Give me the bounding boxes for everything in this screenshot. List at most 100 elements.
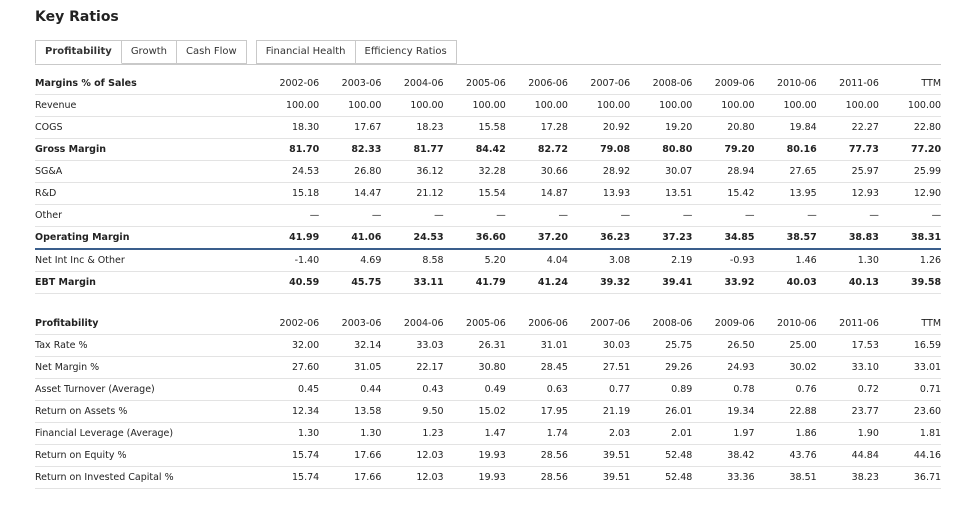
table-cell: 40.13: [816, 271, 879, 294]
table-cell: 33.10: [816, 356, 879, 379]
table-cell: 30.07: [630, 160, 693, 183]
table-cell: 82.33: [319, 138, 382, 161]
column-header: 2011-06: [816, 73, 879, 95]
tab-profitability[interactable]: Profitability: [35, 40, 122, 64]
table-cell: —: [878, 204, 942, 227]
table-row: R&D 15.18 14.47 21.12 15.54 14.87 13.93 13.51 15…: [35, 182, 942, 205]
table-cell: 13.58: [319, 400, 382, 423]
table-row: Return on Assets % 12.34 13.58 9.50 15.02 17.…: [35, 400, 942, 423]
table-cell: 22.17: [381, 356, 444, 379]
row-label: Tax Rate %: [35, 334, 257, 357]
margins-table: Margins % of Sales 2002-06 2003-06 2004-06 2…: [35, 73, 942, 294]
table-cell: 17.28: [505, 116, 568, 139]
table-row: Net Int Inc & Other -1.40 4.69 8.58 5.20 4.04…: [35, 249, 942, 272]
table-cell: 41.99: [257, 226, 320, 250]
table-cell: 17.95: [505, 400, 568, 423]
table-cell: 0.89: [630, 378, 693, 401]
table-cell: 1.30: [257, 422, 320, 445]
table-cell: 24.53: [257, 160, 320, 183]
table-cell: 29.26: [630, 356, 693, 379]
table-cell: 100.00: [443, 94, 506, 117]
table-cell: 1.86: [754, 422, 817, 445]
table-cell: 52.48: [630, 444, 693, 467]
table-cell: 1.30: [319, 422, 382, 445]
table-cell: 4.69: [319, 249, 382, 272]
column-header: 2007-06: [567, 73, 631, 95]
table-cell: 100.00: [816, 94, 879, 117]
tab-efficiency-ratios[interactable]: Efficiency Ratios: [355, 40, 457, 64]
table-cell: 0.44: [319, 378, 382, 401]
table-cell: —: [692, 204, 755, 227]
tab-cash-flow[interactable]: Cash Flow: [177, 40, 247, 64]
column-header: 2003-06: [319, 313, 382, 335]
table-cell: 38.83: [816, 226, 879, 250]
table-cell: 23.77: [816, 400, 879, 423]
table-cell: 100.00: [567, 94, 631, 117]
table-cell: 41.06: [319, 226, 382, 250]
table-cell: 82.72: [505, 138, 568, 161]
table-cell: 15.42: [692, 182, 755, 205]
table-cell: 25.97: [816, 160, 879, 183]
table-row: Net Margin % 27.60 31.05 22.17 30.80 28.45 27.…: [35, 356, 942, 379]
table-cell: 100.00: [319, 94, 382, 117]
section-header: Profitability: [35, 313, 257, 335]
table-cell: 23.60: [878, 400, 942, 423]
row-label: Asset Turnover (Average): [35, 378, 257, 401]
table-cell: 1.23: [381, 422, 444, 445]
row-label: Return on Equity %: [35, 444, 257, 467]
page-title: Key Ratios: [35, 9, 119, 25]
tab-financial-health[interactable]: Financial Health: [255, 40, 356, 64]
table-cell: 30.03: [567, 334, 631, 357]
table-cell: 20.80: [692, 116, 755, 139]
table-cell: 22.27: [816, 116, 879, 139]
table-cell: 20.92: [567, 116, 631, 139]
table-cell: 18.23: [381, 116, 444, 139]
table-cell: 52.48: [630, 466, 693, 489]
column-header: 2010-06: [754, 73, 817, 95]
row-label: Net Margin %: [35, 356, 257, 379]
table-cell: 21.12: [381, 182, 444, 205]
table-cell: -1.40: [257, 249, 320, 272]
table-row: SG&A 24.53 26.80 36.12 32.28 30.66 28.92 30.07 2…: [35, 160, 942, 183]
table-cell: 39.32: [567, 271, 631, 294]
table-cell: 0.77: [567, 378, 631, 401]
table-row: Return on Equity % 15.74 17.66 12.03 19.93 28…: [35, 444, 942, 467]
table-cell: 0.49: [443, 378, 506, 401]
table-cell: 34.85: [692, 226, 755, 250]
table-cell: —: [754, 204, 817, 227]
table-cell: 44.16: [878, 444, 942, 467]
table-row: EBT Margin 40.59 45.75 33.11 41.79 41.24 39.32…: [35, 271, 942, 294]
table-cell: 39.41: [630, 271, 693, 294]
row-label: SG&A: [35, 160, 257, 183]
table-cell: 2.19: [630, 249, 693, 272]
column-header: 2011-06: [816, 313, 879, 335]
table-cell: 43.76: [754, 444, 817, 467]
table-cell: 16.59: [878, 334, 942, 357]
table-cell: 1.81: [878, 422, 942, 445]
table-cell: 0.72: [816, 378, 879, 401]
table-cell: 80.80: [630, 138, 693, 161]
table-cell: 0.63: [505, 378, 568, 401]
table-cell: 13.51: [630, 182, 693, 205]
table-cell: 40.03: [754, 271, 817, 294]
row-label: COGS: [35, 116, 257, 139]
table-cell: 37.20: [505, 226, 568, 250]
table-cell: 15.54: [443, 182, 506, 205]
table-cell: 21.19: [567, 400, 631, 423]
table-row: Tax Rate % 32.00 32.14 33.03 26.31 31.01 30.03…: [35, 334, 942, 357]
row-label: EBT Margin: [35, 271, 257, 294]
table-cell: —: [816, 204, 879, 227]
table-cell: 80.16: [754, 138, 817, 161]
table-cell: 12.93: [816, 182, 879, 205]
row-label: Return on Assets %: [35, 400, 257, 423]
column-header: 2010-06: [754, 313, 817, 335]
tab-growth[interactable]: Growth: [121, 40, 178, 64]
table-cell: 22.88: [754, 400, 817, 423]
table-cell: 17.66: [319, 444, 382, 467]
table-row: Return on Invested Capital % 15.74 17.66 12…: [35, 466, 942, 489]
column-header: 2008-06: [630, 313, 693, 335]
column-header: 2009-06: [692, 313, 755, 335]
table-cell: —: [505, 204, 568, 227]
table-cell: 18.30: [257, 116, 320, 139]
table-cell: 12.90: [878, 182, 942, 205]
